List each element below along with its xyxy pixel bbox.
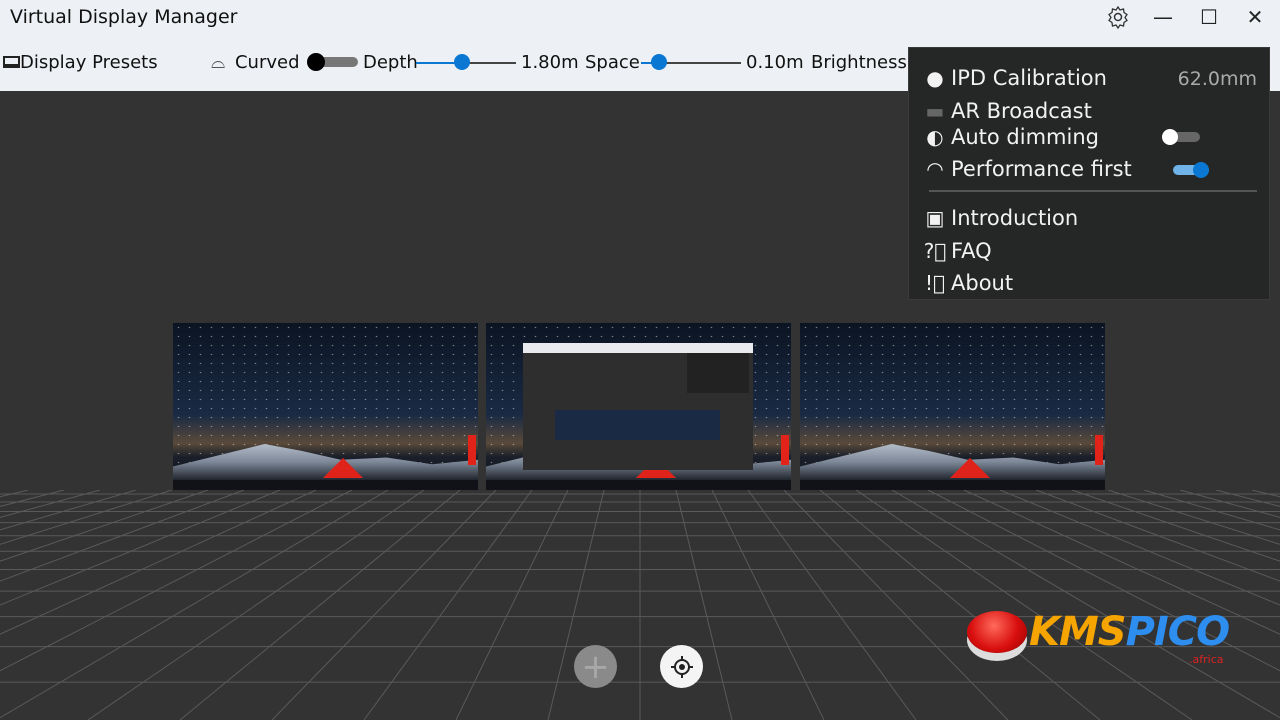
brightness-label: Brightness — [811, 52, 907, 73]
book-icon: ▣ — [925, 206, 945, 230]
question-icon: ?⃝ — [923, 239, 947, 263]
menu-item-introduction[interactable]: ▣ Introduction — [923, 206, 1079, 230]
contrast-icon: ◐ — [926, 125, 944, 149]
monitor-icon — [3, 56, 20, 68]
curved-screen-icon: ⌓ — [211, 52, 226, 73]
recenter-button[interactable] — [660, 645, 703, 688]
maximize-button[interactable]: ☐ — [1194, 4, 1224, 30]
ipd-value: 62.0mm — [1177, 68, 1257, 90]
space-value: 0.10m — [746, 52, 804, 73]
broadcast-icon: ▬ — [925, 99, 945, 123]
nested-app-preview — [523, 343, 753, 470]
gear-icon — [1108, 5, 1128, 30]
settings-menu: ● IPD Calibration 62.0mm ▬ AR Broadcast ◐ A… — [908, 47, 1270, 300]
menu-divider — [929, 190, 1257, 192]
menu-item-faq[interactable]: ?⃝ FAQ — [923, 239, 992, 263]
info-icon: !⃝ — [924, 271, 946, 295]
settings-button[interactable] — [1103, 4, 1133, 30]
virtual-display-center[interactable] — [486, 323, 791, 490]
menu-item-about[interactable]: !⃝ About — [923, 271, 1013, 295]
window-title: Virtual Display Manager — [10, 6, 238, 28]
red-button-icon — [967, 611, 1027, 653]
plus-icon: + — [581, 646, 610, 687]
display-presets-button[interactable]: Display Presets — [3, 52, 158, 73]
auto-dimming-toggle[interactable] — [1162, 129, 1200, 145]
performance-first-toggle[interactable] — [1173, 162, 1209, 178]
curved-toggle[interactable] — [307, 53, 358, 71]
title-bar: Virtual Display Manager — ☐ ✕ — [0, 0, 1280, 36]
crosshair-icon — [670, 655, 693, 678]
virtual-display-right[interactable] — [800, 323, 1105, 490]
space-label: Space — [585, 52, 640, 73]
depth-value: 1.80m — [521, 52, 579, 73]
speedometer-icon: ◠ — [926, 157, 944, 181]
menu-item-ipd-calibration[interactable]: ● IPD Calibration — [923, 66, 1107, 90]
ipd-icon: ● — [926, 66, 944, 90]
close-button[interactable]: ✕ — [1240, 4, 1270, 30]
menu-item-ar-broadcast[interactable]: ▬ AR Broadcast — [923, 99, 1092, 123]
depth-label: Depth — [363, 52, 418, 73]
minimize-button[interactable]: — — [1148, 4, 1178, 30]
display-presets-label: Display Presets — [20, 52, 158, 73]
watermark-logo: KMSPICO .africa — [967, 605, 1242, 670]
menu-item-auto-dimming: ◐ Auto dimming — [923, 125, 1099, 149]
virtual-display-left[interactable] — [173, 323, 478, 490]
curved-label: ⌓ Curved — [211, 52, 300, 73]
menu-item-performance-first: ◠ Performance first — [923, 157, 1132, 181]
add-display-button[interactable]: + — [574, 645, 617, 688]
